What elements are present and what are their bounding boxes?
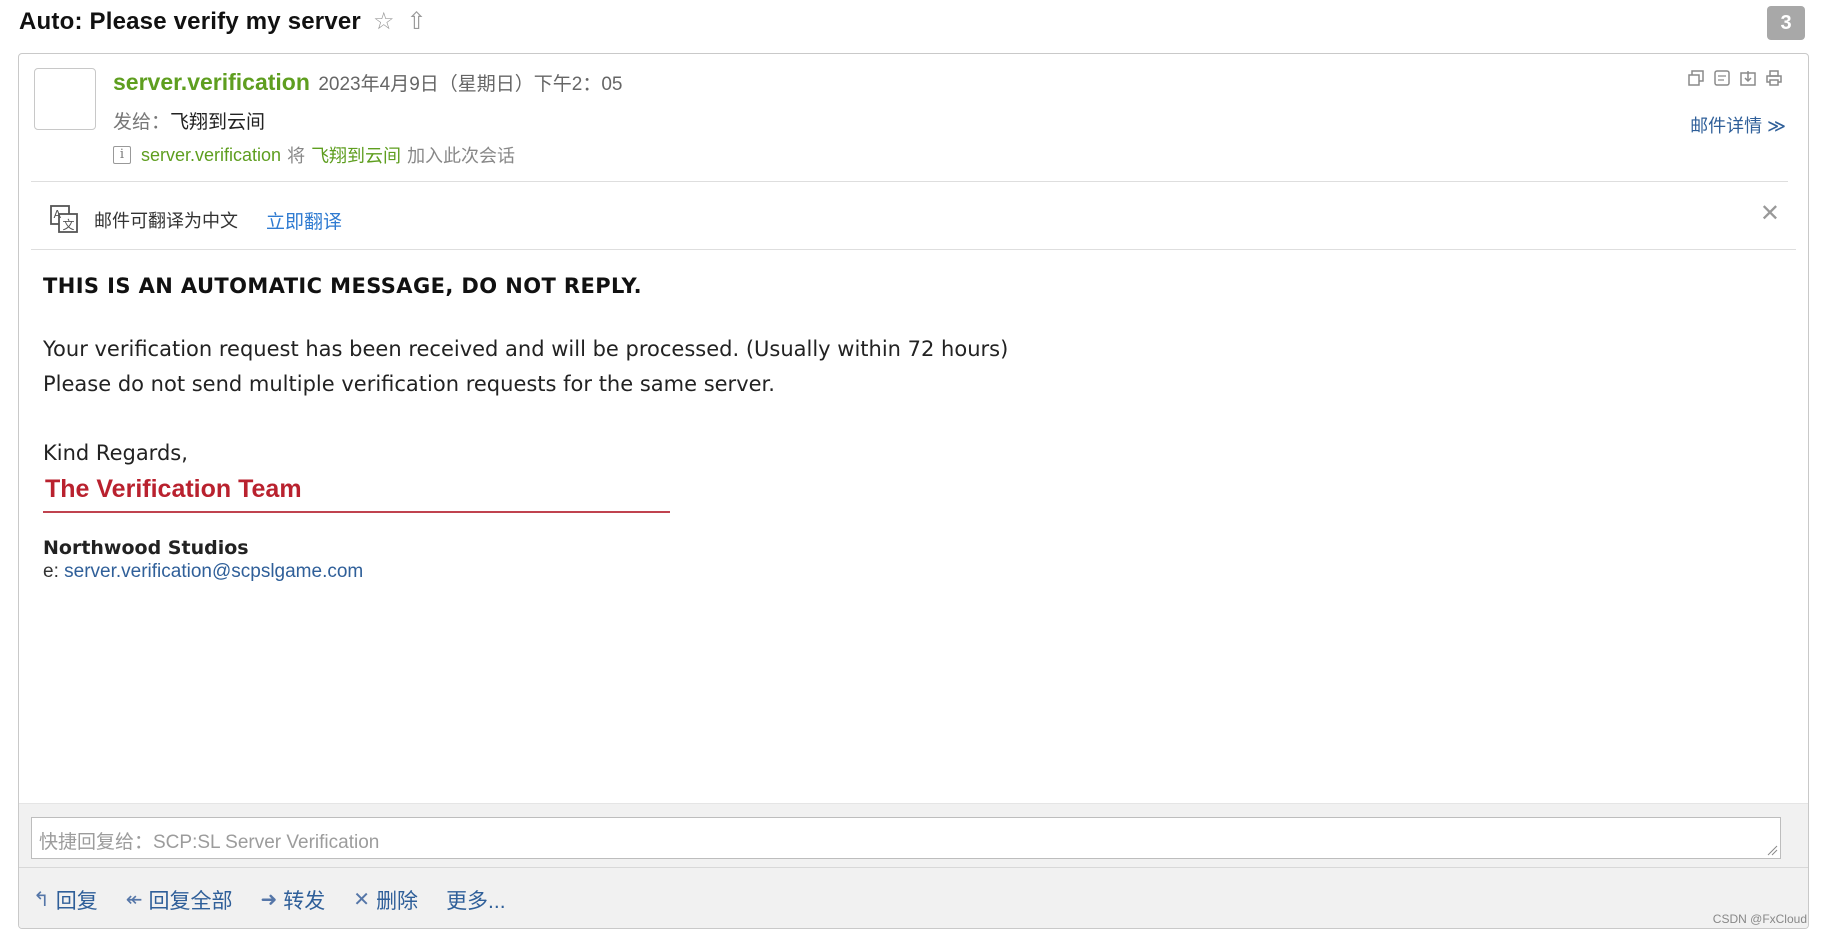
mail-subject: Auto: Please verify my server [19, 8, 361, 35]
info-join-text: 将 [287, 146, 306, 166]
resize-grip-icon[interactable] [1766, 844, 1778, 856]
source-icon[interactable] [1712, 68, 1732, 88]
conversation-info: i server.verification 将 飞翔到云间 加入此次会话 [113, 142, 521, 168]
title-bar: Auto: Please verify my server ☆ ⇧ 3 [19, 4, 1805, 40]
signoff-team: The Verification Team [45, 475, 302, 503]
recipient-line: 发给：飞翔到云间 [113, 107, 265, 134]
print-icon[interactable] [1764, 68, 1784, 88]
delete-button[interactable]: ✕ 删除 [353, 885, 418, 915]
delete-label: 删除 [376, 889, 419, 913]
star-icon[interactable]: ☆ [373, 10, 395, 34]
reply-icon: ↰ [33, 889, 50, 911]
translate-icon: 文A [49, 204, 79, 234]
signoff-regards: Kind Regards, [43, 441, 188, 465]
translate-now-link[interactable]: 立即翻译 [266, 207, 342, 234]
sender-name[interactable]: server.verification [113, 69, 310, 95]
contact-email-line: e: server.verification@scpslgame.com [43, 561, 1784, 583]
mail-view: Auto: Please verify my server ☆ ⇧ 3 serv… [0, 0, 1825, 934]
reply-all-icon: ↞ [125, 889, 143, 911]
delete-icon: ✕ [353, 889, 371, 911]
translate-bar: 文A 邮件可翻译为中文 立即翻译 ✕ [19, 182, 1808, 249]
reply-button[interactable]: ↰ 回复 [33, 885, 98, 915]
forward-button[interactable]: ➜ 转发 [261, 885, 326, 915]
svg-text:A: A [54, 208, 62, 221]
close-icon[interactable]: ✕ [1760, 202, 1780, 226]
email-prefix: e: [43, 561, 65, 582]
quick-reply-placeholder: 快捷回复给：SCP:SL Server Verification [39, 832, 380, 853]
up-arrow-icon[interactable]: ⇧ [407, 10, 427, 34]
mail-body: THIS IS AN AUTOMATIC MESSAGE, DO NOT REP… [43, 274, 1784, 583]
reply-all-button[interactable]: ↞ 回复全部 [126, 885, 233, 915]
info-action-text: 加入此次会话 [407, 146, 516, 166]
info-icon: i [113, 146, 131, 164]
quick-reply-input[interactable]: 快捷回复给：SCP:SL Server Verification [31, 817, 1781, 859]
new-window-icon[interactable] [1686, 68, 1706, 88]
body-line-1: Your verification request has been recei… [43, 337, 1009, 361]
quick-reply-zone: 快捷回复给：SCP:SL Server Verification ↰ 回复 ↞ … [19, 803, 1808, 928]
company-name: Northwood Studios [43, 537, 249, 559]
counter-badge: 3 [1767, 6, 1805, 40]
forward-icon: ➜ [260, 889, 278, 911]
more-label: 更多... [446, 889, 506, 913]
info-sender[interactable]: server.verification [141, 145, 281, 166]
mail-header: server.verification 2023年4月9日（星期日）下午2：05… [19, 54, 1808, 181]
reply-label: 回复 [55, 889, 98, 913]
more-button[interactable]: 更多... [446, 885, 506, 915]
recipient-name: 飞翔到云间 [170, 112, 266, 133]
signature-divider [43, 511, 670, 513]
download-icon[interactable] [1738, 68, 1758, 88]
watermark: CSDN @FxCloud [1712, 912, 1807, 926]
sender-line: server.verification 2023年4月9日（星期日）下午2：05 [113, 69, 622, 96]
header-tools [1686, 68, 1784, 88]
forward-label: 转发 [283, 889, 326, 913]
reply-all-label: 回复全部 [148, 889, 233, 913]
sent-date: 2023年4月9日（星期日）下午2：05 [318, 74, 623, 95]
body-line-2: Please do not send multiple verification… [43, 372, 775, 396]
translate-prompt: 邮件可翻译为中文 [94, 211, 238, 231]
action-bar: ↰ 回复 ↞ 回复全部 ➜ 转发 ✕ 删除 更多... [19, 867, 1808, 928]
avatar [34, 68, 96, 130]
mail-details-link[interactable]: 邮件详情 ≫ [1690, 112, 1786, 138]
auto-notice: THIS IS AN AUTOMATIC MESSAGE, DO NOT REP… [43, 274, 643, 298]
mail-frame: server.verification 2023年4月9日（星期日）下午2：05… [18, 53, 1809, 929]
info-user[interactable]: 飞翔到云间 [311, 142, 401, 168]
contact-email-link[interactable]: server.verification@scpslgame.com [64, 561, 363, 582]
translate-divider [31, 249, 1796, 250]
svg-text:文: 文 [63, 217, 75, 232]
recipient-label: 发给： [113, 112, 171, 133]
